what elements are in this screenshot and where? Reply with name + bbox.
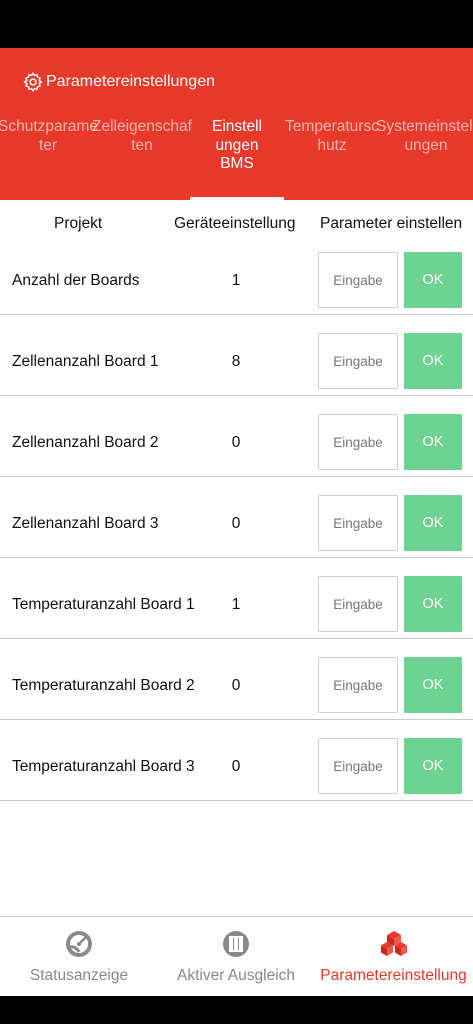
parameter-input[interactable]: Eingabe xyxy=(318,576,398,632)
ok-button[interactable]: OK xyxy=(404,576,462,632)
app-header: Parametereinstellungen Schutzparameter Z… xyxy=(0,48,473,200)
ok-button[interactable]: OK xyxy=(404,333,462,389)
page-title-text: Parametereinstellungen xyxy=(46,73,215,90)
tab-systemeinstellungen[interactable]: Systemeinstellungen xyxy=(376,118,473,155)
row-value: 0 xyxy=(231,515,241,532)
table-row: Temperaturanzahl Board 3 0 Eingabe OK xyxy=(0,720,473,801)
tab-temperaturschutz[interactable]: Temperaturschutz xyxy=(282,118,382,155)
nav-label: Statusanzeige xyxy=(29,967,129,984)
table-row: Zellenanzahl Board 2 0 Eingabe OK xyxy=(0,396,473,477)
row-label: Zellenanzahl Board 3 xyxy=(12,515,159,532)
table-row: Zellenanzahl Board 1 8 Eingabe OK xyxy=(0,315,473,396)
gear-icon xyxy=(23,72,43,92)
table-header: Projekt Geräteeinstellung Parameter eins… xyxy=(0,200,473,248)
table-row: Temperaturanzahl Board 2 0 Eingabe OK xyxy=(0,639,473,720)
tab-zelleigenschaften[interactable]: Zelleigenschaften xyxy=(92,118,192,155)
ok-button[interactable]: OK xyxy=(404,657,462,713)
nav-label: Parametereinstellung xyxy=(320,967,467,984)
ok-button[interactable]: OK xyxy=(404,414,462,470)
ok-button[interactable]: OK xyxy=(404,495,462,551)
nav-parametereinstellung[interactable]: Parametereinstellung xyxy=(314,917,473,997)
row-value: 8 xyxy=(231,353,241,370)
parameter-input[interactable]: Eingabe xyxy=(318,333,398,389)
table-row: Zellenanzahl Board 3 0 Eingabe OK xyxy=(0,477,473,558)
table-row: Anzahl der Boards 1 Eingabe OK xyxy=(0,248,473,315)
ok-button[interactable]: OK xyxy=(404,738,462,794)
parameter-input[interactable]: Eingabe xyxy=(318,657,398,713)
parameter-input[interactable]: Eingabe xyxy=(318,495,398,551)
row-label: Temperaturanzahl Board 2 xyxy=(12,677,195,694)
nav-aktiver-ausgleich[interactable]: Aktiver Ausgleich xyxy=(158,917,314,997)
row-label: Temperaturanzahl Board 3 xyxy=(12,758,195,775)
nav-label: Aktiver Ausgleich xyxy=(176,967,296,984)
tab-schutzparameter[interactable]: Schutzparameter xyxy=(0,118,98,155)
bottom-navigation: Statusanzeige Aktiver Ausgleich Paramete… xyxy=(0,916,473,996)
tab-bar: Schutzparameter Zelleigenschaften Einste… xyxy=(0,116,473,200)
parameter-input[interactable]: Eingabe xyxy=(318,738,398,794)
status-gauge-icon xyxy=(66,931,92,957)
row-label: Zellenanzahl Board 1 xyxy=(12,353,159,370)
row-value: 1 xyxy=(231,596,241,613)
parameter-input[interactable]: Eingabe xyxy=(318,414,398,470)
row-value: 0 xyxy=(231,758,241,775)
row-value: 0 xyxy=(231,677,241,694)
app-screen: Parametereinstellungen Schutzparameter Z… xyxy=(0,0,473,1024)
table-row: Temperaturanzahl Board 1 1 Eingabe OK xyxy=(0,558,473,639)
column-header-geraeteeinstellung: Geräteeinstellung xyxy=(174,215,296,232)
parameter-input[interactable]: Eingabe xyxy=(318,252,398,308)
nav-statusanzeige[interactable]: Statusanzeige xyxy=(0,917,158,997)
cubes-icon xyxy=(380,931,407,956)
tab-einstellungen-bms[interactable]: Einstellungen BMS xyxy=(212,118,262,174)
row-label: Anzahl der Boards xyxy=(12,272,140,289)
ok-button[interactable]: OK xyxy=(404,252,462,308)
column-header-projekt: Projekt xyxy=(54,215,103,232)
row-value: 1 xyxy=(231,272,241,289)
column-header-parameter-einstellen: Parameter einstellen xyxy=(320,215,463,232)
page-title: Parametereinstellungen xyxy=(22,70,215,94)
system-navigation-bar xyxy=(0,996,473,1024)
row-label: Temperaturanzahl Board 1 xyxy=(12,596,195,613)
row-label: Zellenanzahl Board 2 xyxy=(12,434,159,451)
status-bar xyxy=(0,0,473,48)
balance-icon xyxy=(223,931,249,957)
row-value: 0 xyxy=(231,434,241,451)
